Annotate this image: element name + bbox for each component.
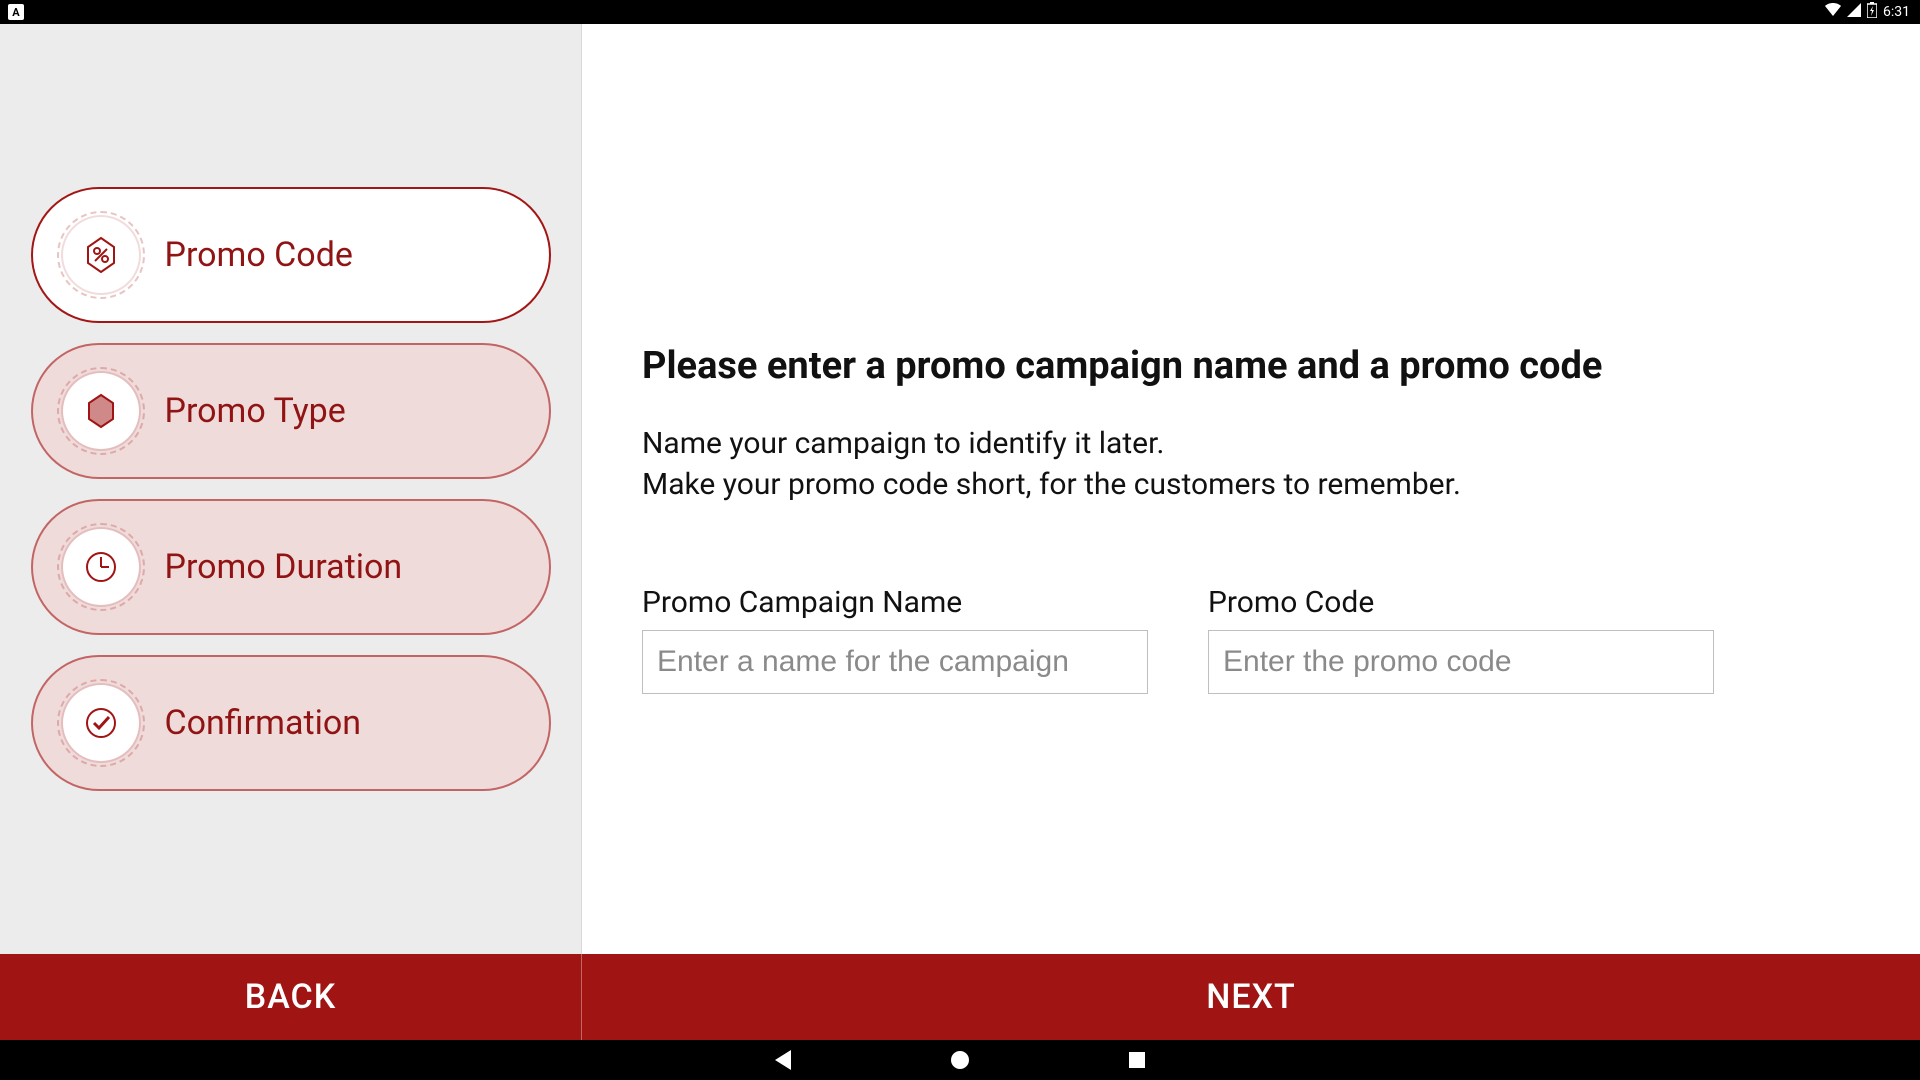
sidebar-step-promo-duration[interactable]: Promo Duration <box>31 499 551 635</box>
back-button[interactable]: BACK <box>0 954 582 1040</box>
sidebar-step-promo-code[interactable]: Promo Code <box>31 187 551 323</box>
nav-home-icon[interactable] <box>951 1051 969 1069</box>
status-left: A <box>8 4 24 20</box>
form-row: Promo Campaign Name Promo Code <box>642 585 1880 694</box>
nav-back-icon[interactable] <box>775 1050 791 1070</box>
app-root: Promo Code Promo Type <box>0 24 1920 1040</box>
sidebar-step-confirmation[interactable]: Confirmation <box>31 655 551 791</box>
promo-code-label: Promo Code <box>1208 585 1714 620</box>
status-right: 6:31 <box>1825 2 1910 22</box>
status-bar: A 6:31 <box>0 0 1920 24</box>
clock-icon <box>63 529 139 605</box>
device-frame: A 6:31 <box>0 0 1920 1080</box>
wifi-icon <box>1825 3 1841 21</box>
page-heading: Please enter a promo campaign name and a… <box>642 344 1880 388</box>
sidebar-step-label: Promo Code <box>165 235 353 275</box>
android-nav-bar <box>0 1040 1920 1080</box>
wizard-sidebar: Promo Code Promo Type <box>0 24 582 954</box>
percent-icon <box>63 217 139 293</box>
sidebar-step-label: Confirmation <box>165 703 362 743</box>
wizard-footer: BACK NEXT <box>0 954 1920 1040</box>
sidebar-step-label: Promo Duration <box>165 547 403 587</box>
field-promo-code: Promo Code <box>1208 585 1714 694</box>
sidebar-step-promo-type[interactable]: Promo Type <box>31 343 551 479</box>
nav-recent-icon[interactable] <box>1129 1052 1145 1068</box>
tag-icon <box>63 373 139 449</box>
page-subtext-line1: Name your campaign to identify it later. <box>642 424 1880 465</box>
next-button[interactable]: NEXT <box>582 954 1920 1040</box>
campaign-name-input[interactable] <box>642 630 1148 694</box>
battery-icon <box>1867 2 1877 22</box>
app-body: Promo Code Promo Type <box>0 24 1920 954</box>
sidebar-step-label: Promo Type <box>165 391 346 431</box>
cellular-icon <box>1847 3 1861 21</box>
page-subtext-line2: Make your promo code short, for the cust… <box>642 465 1880 506</box>
campaign-name-label: Promo Campaign Name <box>642 585 1148 620</box>
app-badge-icon: A <box>8 4 24 20</box>
main-content: Please enter a promo campaign name and a… <box>582 24 1920 954</box>
check-icon <box>63 685 139 761</box>
promo-code-input[interactable] <box>1208 630 1714 694</box>
field-campaign-name: Promo Campaign Name <box>642 585 1148 694</box>
status-time: 6:31 <box>1883 4 1910 20</box>
